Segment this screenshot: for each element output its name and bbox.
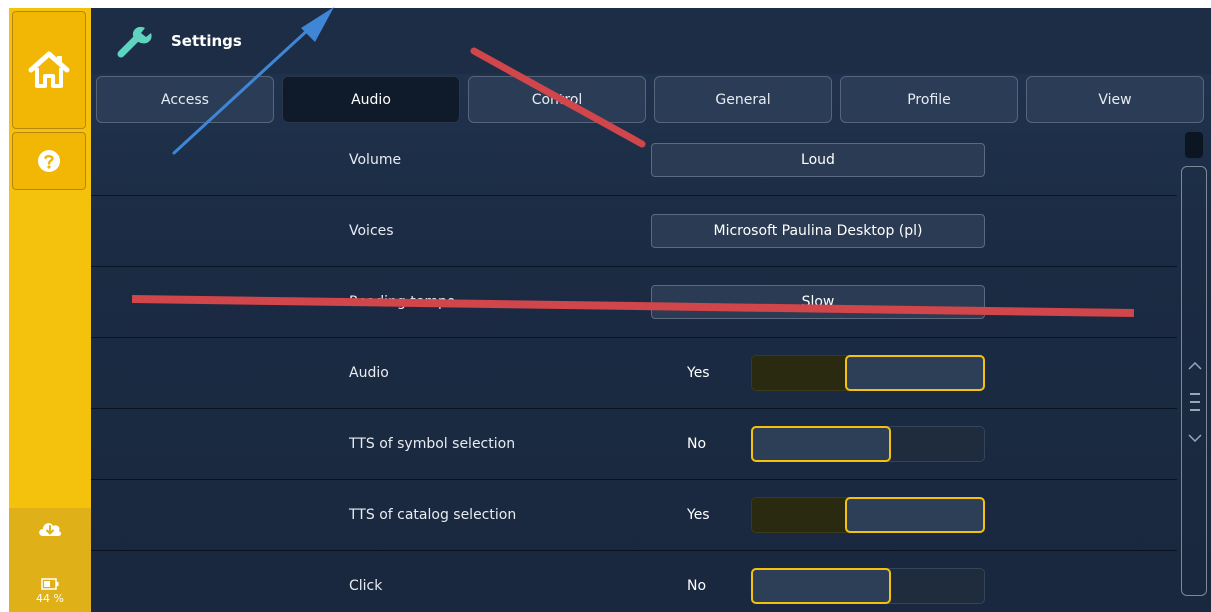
tab-view[interactable]: View: [1026, 76, 1204, 123]
reading-tempo-select[interactable]: Slow: [651, 285, 985, 319]
main-content: Settings Access Audio Control General Pr…: [91, 8, 1211, 612]
settings-header: Settings: [91, 8, 1211, 74]
page-title: Settings: [171, 32, 242, 50]
tab-general[interactable]: General: [654, 76, 832, 123]
tab-audio[interactable]: Audio: [282, 76, 460, 123]
wrench-icon: [117, 26, 152, 58]
home-icon: [28, 51, 70, 88]
setting-row-click: Click No: [91, 550, 1177, 612]
vertical-scrollbar[interactable]: [1181, 132, 1207, 596]
voices-select[interactable]: Microsoft Paulina Desktop (pl): [651, 214, 985, 248]
toggle-knob[interactable]: [751, 568, 891, 604]
scroll-top-marker: [1185, 132, 1203, 158]
toggle-value-text: No: [687, 436, 707, 452]
setting-row-volume: Volume Loud: [91, 124, 1177, 195]
setting-label: TTS of catalog selection: [349, 507, 517, 523]
tab-access[interactable]: Access: [96, 76, 274, 123]
help-button[interactable]: [12, 132, 86, 190]
chevron-down-icon: [1188, 434, 1202, 442]
setting-label: Reading tempo: [349, 294, 456, 310]
tts-symbol-toggle[interactable]: [751, 426, 985, 462]
toggle-value-text: No: [687, 578, 707, 594]
setting-label: TTS of symbol selection: [349, 436, 516, 452]
app-window: 44 % Settings Access Audio Control Gener…: [9, 8, 1211, 612]
setting-row-voices: Voices Microsoft Paulina Desktop (pl): [91, 195, 1177, 266]
toggle-knob[interactable]: [845, 355, 985, 391]
setting-row-tts-catalog: TTS of catalog selection Yes: [91, 479, 1177, 550]
scroll-track[interactable]: [1181, 166, 1207, 596]
toggle-knob[interactable]: [845, 497, 985, 533]
scroll-handle[interactable]: [1187, 362, 1203, 442]
help-icon: [38, 150, 60, 172]
tab-profile[interactable]: Profile: [840, 76, 1018, 123]
setting-label: Voices: [349, 223, 394, 239]
sidebar-status-area: 44 %: [9, 508, 91, 612]
home-button[interactable]: [12, 11, 86, 129]
toggle-knob[interactable]: [751, 426, 891, 462]
chevron-up-icon: [1188, 362, 1202, 370]
audio-toggle[interactable]: [751, 355, 985, 391]
setting-label: Audio: [349, 365, 389, 381]
cloud-download-button[interactable]: [9, 508, 91, 548]
tts-catalog-toggle[interactable]: [751, 497, 985, 533]
battery-status: 44 %: [9, 570, 91, 612]
setting-row-reading-tempo: Reading tempo Slow: [91, 266, 1177, 337]
click-toggle[interactable]: [751, 568, 985, 604]
settings-list: Volume Loud Voices Microsoft Paulina Des…: [91, 124, 1177, 612]
volume-select[interactable]: Loud: [651, 142, 985, 177]
drag-handle-icon: [1190, 393, 1200, 411]
battery-percent: 44 %: [36, 591, 64, 605]
sidebar: 44 %: [9, 8, 91, 612]
tab-control[interactable]: Control: [468, 76, 646, 123]
setting-row-tts-symbol: TTS of symbol selection No: [91, 408, 1177, 479]
toggle-value-text: Yes: [687, 365, 710, 381]
setting-label: Volume: [349, 151, 402, 168]
setting-row-audio: Audio Yes: [91, 337, 1177, 408]
cloud-download-icon: [39, 523, 62, 536]
toggle-value-text: Yes: [687, 507, 710, 523]
battery-icon: [41, 577, 59, 590]
setting-label: Click: [349, 578, 383, 594]
